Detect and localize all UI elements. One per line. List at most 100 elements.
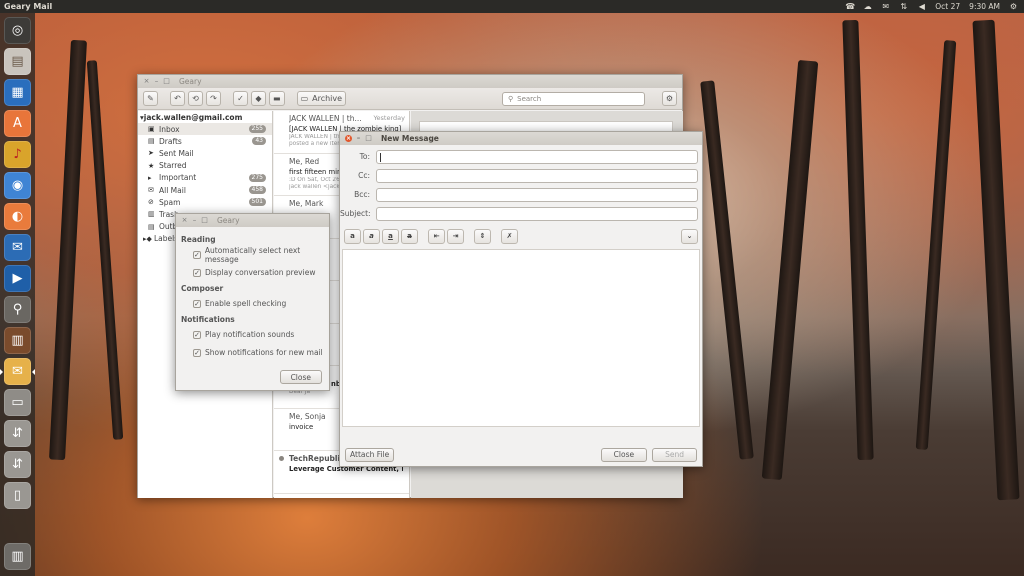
option-notification-sounds[interactable]: ✓ Play notification sounds xyxy=(181,328,324,341)
panel-time[interactable]: 9:30 AM xyxy=(969,2,1000,11)
books-icon[interactable]: ▥ xyxy=(4,327,31,354)
audio-icon[interactable]: ♪ xyxy=(4,141,31,168)
folder-label: Sent Mail xyxy=(159,148,194,158)
minimize-icon[interactable]: – xyxy=(355,135,362,142)
star-icon: ★ xyxy=(148,161,155,170)
mark-icon: ✓ xyxy=(237,94,244,103)
strikethrough-icon: a xyxy=(407,232,412,240)
cc-label: Cc: xyxy=(358,171,370,180)
search-tool-icon[interactable]: ⚲ xyxy=(4,296,31,323)
mark-button[interactable]: ✓ xyxy=(233,91,248,106)
maximize-icon[interactable]: □ xyxy=(201,217,208,224)
move-button[interactable]: ▬ xyxy=(269,91,285,106)
close-button[interactable]: Close xyxy=(279,370,322,384)
option-spell-check[interactable]: ✓ Enable spell checking xyxy=(181,297,324,310)
phone-icon[interactable]: ☎ xyxy=(845,2,855,11)
forward-button[interactable]: ↷ xyxy=(206,91,221,106)
font-size-button[interactable]: ⇕ xyxy=(474,228,491,244)
gear-icon[interactable]: ⚙ xyxy=(1009,2,1018,11)
reply-icon: ↶ xyxy=(174,94,181,103)
usb-drive-icon[interactable]: ⇵ xyxy=(4,420,31,447)
ubuntu-dash-icon[interactable]: ◎ xyxy=(4,17,31,44)
remove-format-button[interactable]: ✗ xyxy=(501,228,518,244)
folder-spam[interactable]: ⊘ Spam 501 xyxy=(138,196,272,208)
indent-button[interactable]: ⇥ xyxy=(447,228,464,244)
drive-icon[interactable]: ▭ xyxy=(4,389,31,416)
folder-starred[interactable]: ★ Starred xyxy=(138,160,272,172)
minimize-icon[interactable]: – xyxy=(153,78,160,85)
option-conversation-preview[interactable]: ✓ Display conversation preview xyxy=(181,266,324,279)
launcher: ◎ ▤ ▦ A ♪ ◉ ◐ ✉ ▶ ⚲ ▥ ✉ ▭ ⇵ ⇵ ▯ ▥ xyxy=(0,13,35,576)
archive-label: Archive xyxy=(312,94,343,103)
media-player-icon[interactable]: ▶ xyxy=(4,265,31,292)
account-row[interactable]: ▾jack.wallen@gmail.com xyxy=(138,111,272,123)
message-body-editor[interactable] xyxy=(342,249,700,427)
option-new-mail-notifications[interactable]: ✓ Show notifications for new mail xyxy=(181,346,324,359)
folder-sent[interactable]: ➤ Sent Mail xyxy=(138,147,272,159)
to-field[interactable] xyxy=(376,149,698,164)
usb-drive-icon[interactable]: ⇵ xyxy=(4,451,31,478)
compose-button[interactable]: ✎ xyxy=(143,91,158,106)
usb-stick-icon[interactable]: ▯ xyxy=(4,482,31,509)
checkbox-checked-icon[interactable]: ✓ xyxy=(193,268,201,277)
underline-icon: a xyxy=(388,232,393,240)
strikethrough-button[interactable]: a xyxy=(401,228,418,244)
compose-titlebar[interactable]: × – □ New Message xyxy=(340,132,702,145)
send-button[interactable]: Send xyxy=(652,447,697,462)
checkbox-checked-icon[interactable]: ✓ xyxy=(193,348,201,357)
writer-icon[interactable]: ▦ xyxy=(4,79,31,106)
folder-label: Inbox xyxy=(159,124,180,134)
cloud-icon[interactable]: ☁ xyxy=(863,2,872,11)
cc-field[interactable] xyxy=(376,168,698,183)
trash-icon[interactable]: ▥ xyxy=(4,543,31,570)
maximize-icon[interactable]: □ xyxy=(163,78,170,85)
checkbox-checked-icon[interactable]: ✓ xyxy=(193,250,201,259)
subject-field[interactable] xyxy=(376,206,698,221)
mail-icon[interactable]: ✉ xyxy=(881,2,890,11)
search-input[interactable]: ⚲ Search xyxy=(502,91,645,106)
more-options-button[interactable]: ⌄ xyxy=(681,228,698,244)
font-size-icon: ⇕ xyxy=(479,232,486,240)
maximize-icon[interactable]: □ xyxy=(365,135,372,142)
outdent-button[interactable]: ⇤ xyxy=(428,228,445,244)
impress-icon[interactable]: ◐ xyxy=(4,203,31,230)
geary-titlebar[interactable]: × – □ Geary xyxy=(138,75,682,88)
attach-file-button[interactable]: Attach File xyxy=(345,447,395,462)
reply-all-button[interactable]: ⟲ xyxy=(188,91,203,106)
thunderbird-icon[interactable]: ✉ xyxy=(4,234,31,261)
bold-button[interactable]: a xyxy=(344,228,361,244)
bcc-row: Bcc: xyxy=(340,185,702,204)
panel-date[interactable]: Oct 27 xyxy=(935,2,960,11)
volume-icon[interactable]: ◀ xyxy=(917,2,926,11)
all-mail-icon: ✉ xyxy=(148,186,154,195)
network-icon[interactable]: ⇅ xyxy=(899,2,908,11)
checkbox-checked-icon[interactable]: ✓ xyxy=(193,330,201,339)
section-heading-composer: Composer xyxy=(181,284,224,293)
files-icon[interactable]: ▤ xyxy=(4,48,31,75)
label-button[interactable]: ◆ xyxy=(251,91,266,106)
chromium-icon[interactable]: ◉ xyxy=(4,172,31,199)
folder-icon: ▬ xyxy=(273,94,281,103)
folder-all-mail[interactable]: ✉ All Mail 458 xyxy=(138,184,272,196)
checkbox-checked-icon[interactable]: ✓ xyxy=(193,299,201,308)
close-icon[interactable]: × xyxy=(143,78,150,85)
archive-button[interactable]: ▭ Archive xyxy=(296,91,347,106)
folder-important[interactable]: ▸ Important 275 xyxy=(138,172,272,184)
close-icon[interactable]: × xyxy=(345,135,352,142)
close-icon[interactable]: × xyxy=(181,217,188,224)
settings-button[interactable]: ⚙ xyxy=(662,91,677,106)
close-button[interactable]: Close xyxy=(600,447,648,462)
software-center-icon[interactable]: A xyxy=(4,110,31,137)
prefs-titlebar[interactable]: × – □ Geary xyxy=(176,214,329,227)
geary-mail-icon[interactable]: ✉ xyxy=(0,358,35,385)
option-auto-select[interactable]: ✓ Automatically select next message xyxy=(181,246,324,264)
tag-icon: ◆ xyxy=(255,94,262,103)
reply-button[interactable]: ↶ xyxy=(170,91,185,106)
folder-inbox[interactable]: ▣ Inbox 255 xyxy=(138,123,272,136)
folder-drafts[interactable]: ▤ Drafts 43 xyxy=(138,135,272,147)
preferences-dialog: × – □ Geary Reading ✓ Automatically selec… xyxy=(175,213,330,391)
underline-button[interactable]: a xyxy=(382,228,399,244)
italic-button[interactable]: a xyxy=(363,228,380,244)
bcc-field[interactable] xyxy=(376,187,698,202)
minimize-icon[interactable]: – xyxy=(191,217,198,224)
